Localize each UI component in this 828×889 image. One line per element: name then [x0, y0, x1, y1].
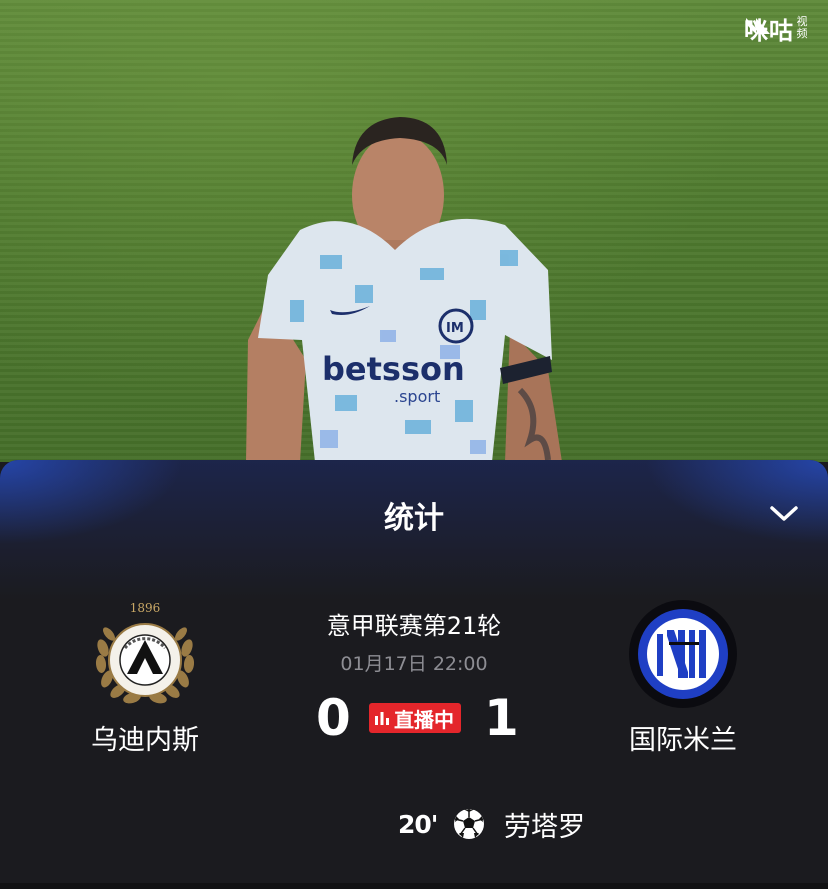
svg-text:betsson: betsson [322, 350, 465, 388]
soccer-ball-icon [454, 809, 484, 839]
svg-text:IM: IM [446, 321, 464, 336]
live-bars-icon [375, 712, 389, 725]
bottom-bar [0, 883, 828, 889]
away-score: 1 [484, 689, 519, 747]
crest-year: 1896 [130, 601, 161, 615]
live-badge[interactable]: 直播中 [369, 703, 461, 733]
chevron-down-icon [770, 506, 798, 521]
watermark-sub: 视频 [796, 15, 808, 40]
video-player[interactable]: betsson .sport IM 咪咕 视频 [0, 0, 828, 462]
collapse-button[interactable] [768, 500, 800, 528]
udinese-crest-icon: 1896 [95, 601, 195, 704]
away-team[interactable]: 国际米兰 [583, 598, 783, 757]
scoreboard: 0 直播中 1 [264, 688, 564, 748]
home-team-name: 乌迪内斯 [91, 725, 199, 756]
home-team[interactable]: 1896 乌迪内斯 [45, 598, 245, 757]
match-info: 意甲联赛第21轮 01月17日 22:00 [264, 606, 564, 676]
away-team-name: 国际米兰 [629, 725, 737, 756]
player-scene: betsson .sport IM [246, 117, 562, 462]
svg-text:.sport: .sport [394, 387, 440, 406]
match-datetime: 01月17日 22:00 [340, 653, 488, 675]
home-score: 0 [316, 689, 351, 747]
inter-crest-icon [629, 600, 737, 708]
panel-title: 统计 [384, 501, 444, 536]
league-round: 意甲联赛第21轮 [326, 612, 502, 640]
goal-event: 20' 劳塔罗 [398, 806, 585, 843]
migu-logo-icon [746, 18, 770, 34]
event-minute: 20' [398, 809, 438, 839]
migu-watermark: 咪咕 视频 [744, 14, 808, 45]
live-status-label: 直播中 [394, 707, 454, 732]
stats-panel: 统计 1896 乌迪内斯 意甲联赛第21轮 01月17日 22:00 0 直播中… [0, 460, 828, 889]
event-player: 劳塔罗 [504, 811, 585, 843]
